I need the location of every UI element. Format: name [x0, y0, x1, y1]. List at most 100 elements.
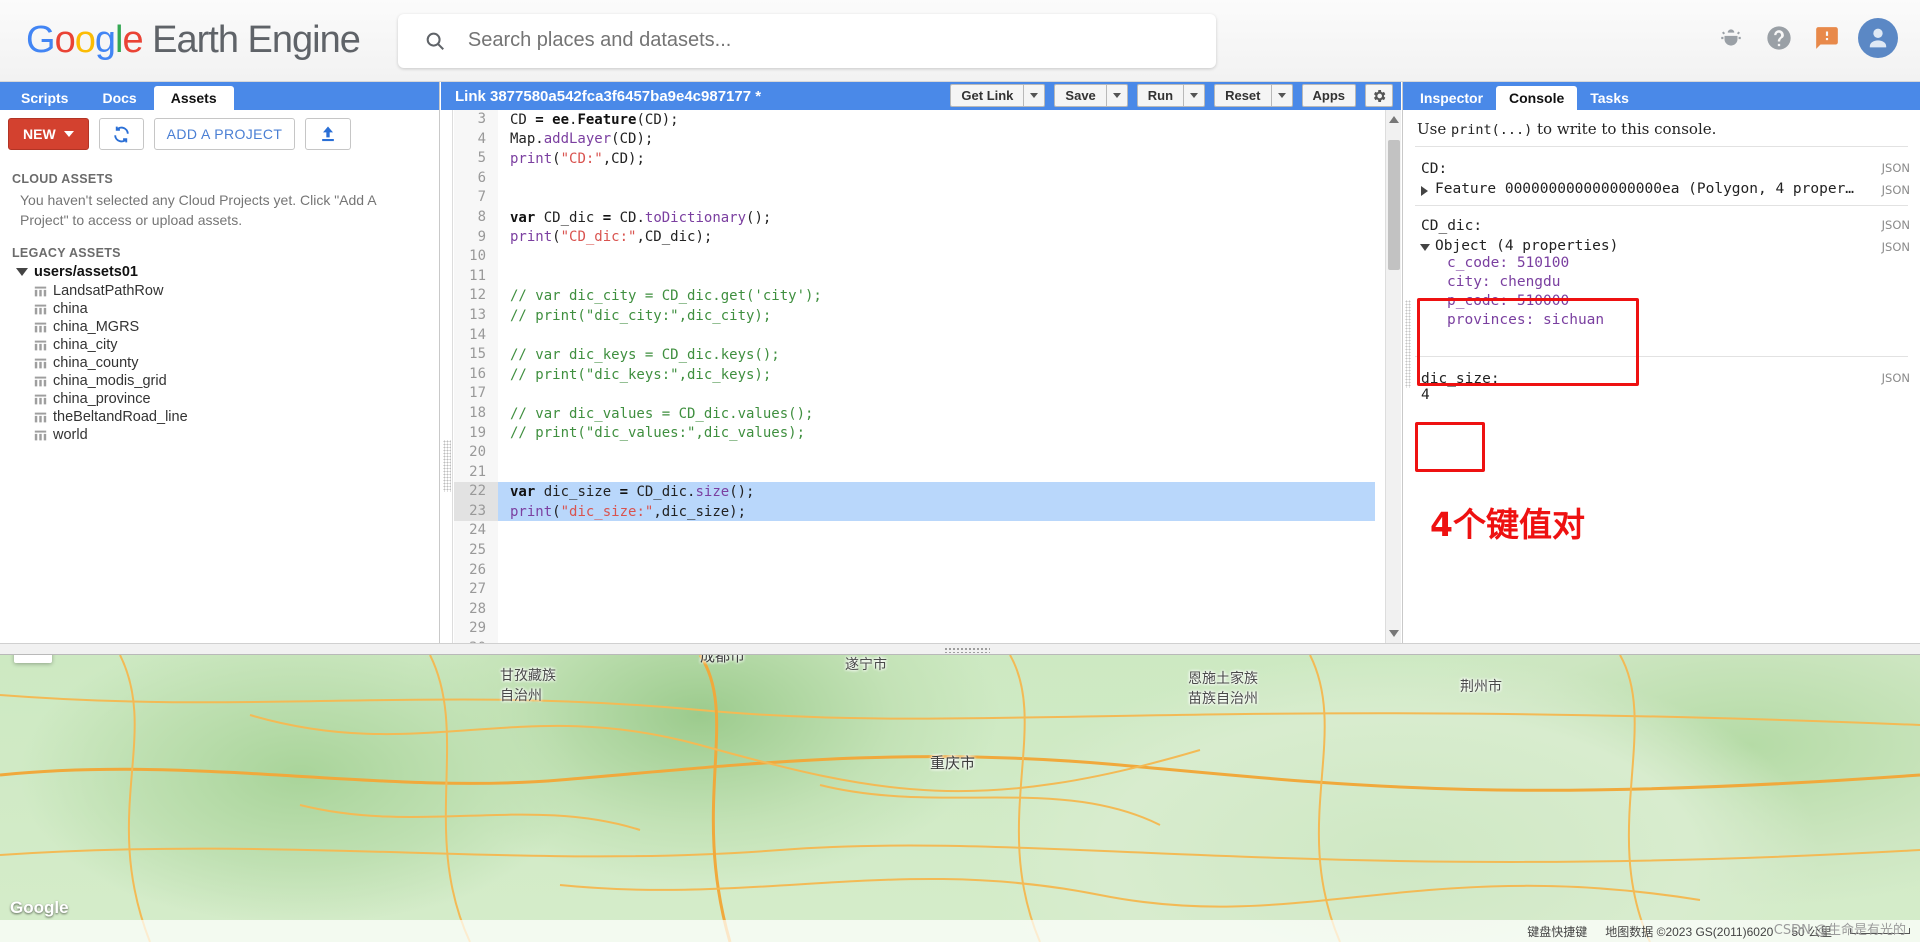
splitter-grip[interactable] — [944, 647, 990, 653]
code-line[interactable]: 14 — [454, 325, 1375, 346]
code-line[interactable]: 21 — [454, 462, 1375, 483]
reset-button[interactable]: Reset — [1214, 84, 1271, 107]
tab-assets[interactable]: Assets — [153, 86, 234, 110]
get-link-group: Get Link — [950, 84, 1046, 107]
save-button[interactable]: Save — [1054, 84, 1106, 107]
chevron-right-icon[interactable] — [1421, 186, 1428, 196]
console-entry-value-row[interactable]: Object (4 properties) — [1420, 238, 1906, 254]
bug-icon[interactable] — [1714, 21, 1748, 55]
code-line[interactable]: 15 // var dic_keys = CD_dic.keys(); — [454, 345, 1375, 365]
asset-item[interactable]: theBeltandRoad_line — [12, 408, 427, 426]
asset-item[interactable]: china — [12, 300, 427, 318]
code-line[interactable]: 13 // print("dic_city:",dic_city); — [454, 305, 1375, 326]
json-badge[interactable]: JSON — [1882, 161, 1910, 175]
json-badge[interactable]: JSON — [1882, 218, 1910, 232]
asset-item[interactable]: china_province — [12, 390, 427, 408]
tab-inspector[interactable]: Inspector — [1407, 86, 1496, 110]
editor-scrollbar[interactable] — [1385, 110, 1401, 643]
code-line[interactable]: 8 var CD_dic = CD.toDictionary(); — [454, 207, 1375, 228]
scrollbar-thumb[interactable] — [1388, 140, 1400, 270]
code-line[interactable]: 5 print("CD:",CD); — [454, 149, 1375, 169]
code-text: // var dic_keys = CD_dic.keys(); — [510, 346, 780, 363]
code-text: Map.addLayer(CD); — [510, 131, 654, 148]
code-line[interactable]: 12 // var dic_city = CD_dic.get('city'); — [454, 286, 1375, 306]
refresh-button[interactable] — [98, 118, 144, 150]
reset-dropdown[interactable] — [1270, 84, 1293, 107]
line-number: 18 — [454, 403, 498, 424]
code-line[interactable]: 25 — [454, 541, 1375, 561]
json-badge[interactable]: JSON — [1882, 371, 1910, 385]
console-panel: Inspector Console Tasks Use print(...) t… — [1402, 82, 1920, 643]
asset-item[interactable]: world — [12, 426, 427, 444]
console-entry-value-row[interactable]: Feature 000000000000000000ea (Polygon, 4… — [1421, 181, 1906, 197]
asset-item[interactable]: LandsatPathRow — [12, 282, 427, 300]
get-link-dropdown[interactable] — [1023, 84, 1046, 107]
line-number: 13 — [454, 305, 498, 326]
asset-item[interactable]: china_MGRS — [12, 318, 427, 336]
scroll-down-icon[interactable] — [1389, 630, 1399, 637]
search-icon — [426, 32, 444, 50]
get-link-button[interactable]: Get Link — [950, 84, 1024, 107]
run-button[interactable]: Run — [1136, 84, 1184, 107]
code-line[interactable]: 9 print("CD_dic:",CD_dic); — [454, 227, 1375, 248]
code-text: // var dic_values = CD_dic.values(); — [510, 405, 814, 422]
asset-item-label: china_province — [53, 391, 151, 407]
tab-console[interactable]: Console — [1496, 86, 1578, 110]
line-number: 21 — [454, 462, 498, 483]
code-line[interactable]: 23 print("dic_size:",dic_size); — [454, 501, 1375, 522]
console-entry-value: Feature 000000000000000000ea (Polygon, 4… — [1435, 181, 1855, 197]
editor-drag-handle[interactable] — [443, 440, 451, 492]
code-editor[interactable]: 3 CD = ee.Feature(CD); 4 Map.addLayer(CD); 5… — [441, 110, 1401, 643]
code-lines[interactable]: 3 CD = ee.Feature(CD); 4 Map.addLayer(CD); 5… — [454, 110, 1375, 643]
tab-scripts[interactable]: Scripts — [4, 86, 85, 110]
new-button[interactable]: NEW — [8, 118, 89, 150]
code-line[interactable]: 10 — [454, 247, 1375, 267]
code-line[interactable]: 17 — [454, 384, 1375, 404]
panel-splitter[interactable] — [0, 643, 1920, 655]
code-line[interactable]: 22 var dic_size = CD_dic.size(); — [454, 482, 1375, 502]
settings-button[interactable] — [1365, 84, 1393, 107]
refresh-icon — [113, 126, 129, 142]
code-line[interactable]: 7 — [454, 188, 1375, 208]
add-project-button[interactable]: ADD A PROJECT — [153, 118, 296, 150]
asset-item[interactable]: china_county — [12, 354, 427, 372]
code-text: // var dic_city = CD_dic.get('city'); — [510, 288, 822, 305]
table-icon — [34, 286, 47, 296]
code-line[interactable]: 19 // print("dic_values:",dic_values); — [454, 423, 1375, 444]
chevron-down-icon — [1277, 93, 1286, 98]
code-line[interactable]: 16 // print("dic_keys:",dic_keys); — [454, 364, 1375, 385]
code-line[interactable]: 18 // var dic_values = CD_dic.values(); — [454, 403, 1375, 424]
code-line[interactable]: 11 — [454, 266, 1375, 287]
asset-root-folder[interactable]: users/assets01 — [16, 264, 427, 280]
code-line[interactable]: 29 — [454, 619, 1375, 640]
code-line[interactable]: 6 — [454, 168, 1375, 189]
asset-item[interactable]: china_city — [12, 336, 427, 354]
zoom-out-button[interactable]: − — [14, 655, 52, 663]
code-line[interactable]: 26 — [454, 560, 1375, 581]
code-line[interactable]: 20 — [454, 443, 1375, 463]
code-line[interactable]: 27 — [454, 580, 1375, 600]
upload-button[interactable] — [305, 118, 352, 150]
save-dropdown[interactable] — [1105, 84, 1128, 107]
code-line[interactable]: 3 CD = ee.Feature(CD); — [454, 110, 1375, 130]
chevron-down-icon[interactable] — [1420, 244, 1430, 251]
apps-button[interactable]: Apps — [1301, 84, 1356, 107]
feedback-icon[interactable] — [1810, 21, 1844, 55]
code-line[interactable]: 4 Map.addLayer(CD); — [454, 129, 1375, 150]
console-drag-dots[interactable] — [1405, 300, 1411, 388]
run-dropdown[interactable] — [1183, 84, 1206, 107]
search-input[interactable]: Search places and datasets... — [397, 13, 1216, 68]
tab-tasks[interactable]: Tasks — [1577, 86, 1642, 110]
avatar[interactable] — [1858, 18, 1898, 58]
asset-item[interactable]: china_modis_grid — [12, 372, 427, 390]
code-line[interactable]: 24 — [454, 521, 1375, 542]
console-scroll-handle[interactable] — [1403, 110, 1413, 643]
line-number: 17 — [454, 384, 498, 404]
scroll-up-icon[interactable] — [1389, 116, 1399, 123]
code-line[interactable]: 28 — [454, 599, 1375, 620]
console-hint-prefix: Use — [1417, 120, 1451, 138]
help-icon[interactable] — [1762, 21, 1796, 55]
tab-docs[interactable]: Docs — [85, 86, 153, 110]
map-panel[interactable]: 昌都市达州市成都市遂宁市宜昌市甘孜藏族 自治州恩施土家族 苗族自治州荆州市重庆市… — [0, 655, 1920, 942]
keyboard-shortcuts-link[interactable]: 键盘快捷键 — [1527, 923, 1587, 940]
